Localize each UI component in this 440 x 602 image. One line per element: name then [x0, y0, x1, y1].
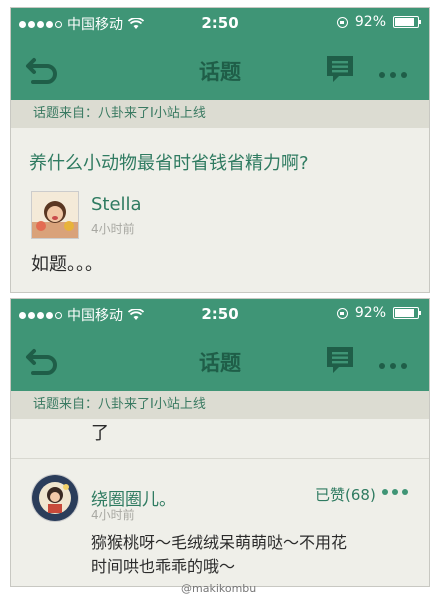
status-bar: 中国移动 2:50 92%: [11, 299, 429, 329]
comment-body-line: 时间哄也乖乖的哦～: [91, 557, 236, 576]
rotation-lock-icon: [336, 307, 348, 319]
more-options-icon[interactable]: [382, 489, 408, 495]
comment-icon[interactable]: [325, 345, 355, 375]
partial-text: 了: [91, 423, 109, 444]
author-name[interactable]: Stella: [91, 194, 142, 215]
topic-source-label: 话题来自：八卦来了I小站上线: [33, 397, 206, 412]
status-bar: 中国移动 2:50 92%: [11, 8, 429, 38]
avatar-photo: [32, 192, 78, 238]
avatar-illustration: [32, 475, 78, 521]
battery-icon: [393, 307, 421, 319]
comment-body-line: 猕猴桃呀～毛绒绒呆萌萌哒～不用花: [91, 533, 348, 552]
post-body: 如题。。。: [31, 254, 103, 275]
battery-percent: 92%: [354, 305, 386, 321]
screenshot-top: 中国移动 2:50 92% 话题 话题来自：八卦来了I小站上线 养什么小动物最省…: [10, 7, 430, 293]
page-title: 话题: [199, 351, 241, 375]
topic-source-label: 话题来自：八卦来了I小站上线: [33, 106, 206, 121]
post-time: 4小时前: [91, 222, 135, 236]
watermark: @makikombu: [181, 582, 257, 595]
commenter-avatar[interactable]: [31, 474, 79, 522]
screenshot-bottom: 中国移动 2:50 92% 话题 话题来自：八卦来了I小站上线 了 绕圈圈儿。 …: [10, 298, 430, 587]
topic-source-bar[interactable]: 话题来自：八卦来了I小站上线: [11, 100, 429, 128]
comment-time: 4小时前: [91, 508, 135, 522]
nav-bar: 话题: [11, 38, 429, 100]
like-button[interactable]: 已赞(68): [315, 484, 376, 505]
topic-title: 养什么小动物最省时省钱省精力啊?: [29, 153, 309, 174]
more-options-icon[interactable]: [379, 363, 407, 369]
comment-body: 猕猴桃呀～毛绒绒呆萌萌哒～不用花 时间哄也乖乖的哦～: [91, 531, 347, 579]
battery-icon: [393, 16, 421, 28]
author-avatar[interactable]: [31, 191, 79, 239]
divider: [11, 458, 429, 459]
topic-source-bar[interactable]: 话题来自：八卦来了I小站上线: [11, 391, 429, 419]
battery-percent: 92%: [354, 14, 386, 30]
comment-icon[interactable]: [325, 54, 355, 84]
more-options-icon[interactable]: [379, 72, 407, 78]
rotation-lock-icon: [336, 16, 348, 28]
page-title: 话题: [199, 60, 241, 84]
nav-bar: 话题: [11, 329, 429, 391]
